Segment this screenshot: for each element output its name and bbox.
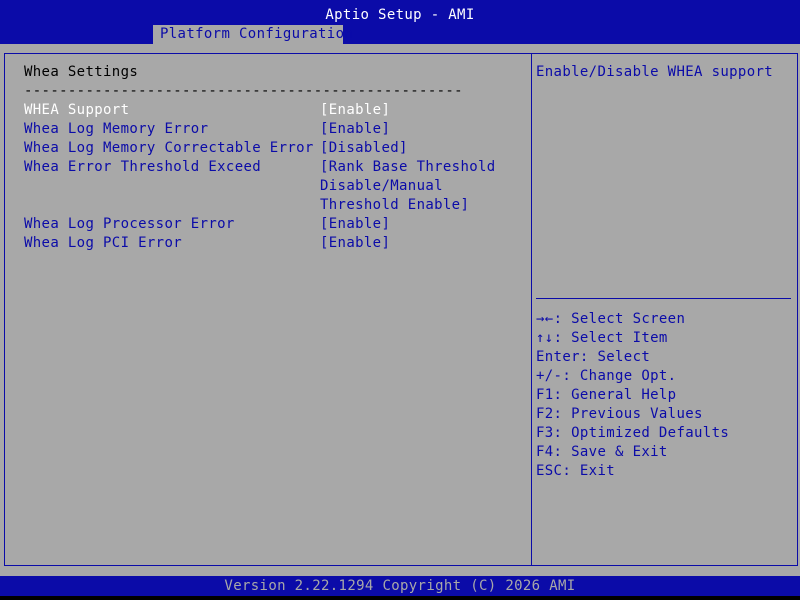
option-value: [Enable]	[320, 121, 391, 137]
help-key-f2: F2: Previous Values	[536, 406, 703, 422]
main-panel: Whea Settings --------------------------…	[0, 44, 800, 576]
option-label: Whea Log Memory Error	[24, 121, 209, 137]
tab-platform-configuration[interactable]: Platform Configuration	[153, 25, 353, 44]
option-whea-error-threshold-exceed[interactable]: Whea Error Threshold Exceed [Rank Base T…	[0, 158, 531, 215]
help-key-text: : Select Item	[553, 330, 668, 346]
option-whea-log-pci-error[interactable]: Whea Log PCI Error [Enable]	[0, 234, 531, 253]
footer-bar: Version 2.22.1294 Copyright (C) 2026 AMI	[0, 576, 800, 596]
help-description: Enable/Disable WHEA support	[536, 64, 774, 80]
option-whea-support[interactable]: WHEA Support [Enable]	[0, 101, 531, 120]
option-value-line-3: Threshold Enable]	[320, 197, 470, 213]
help-key-f3: F3: Optimized Defaults	[536, 425, 730, 441]
option-value: [Disabled]	[320, 140, 408, 156]
option-whea-log-memory-error[interactable]: Whea Log Memory Error [Enable]	[0, 120, 531, 139]
option-value-line-1: [Rank Base Threshold	[320, 159, 496, 175]
help-key-f1: F1: General Help	[536, 387, 677, 403]
section-title: Whea Settings	[24, 64, 139, 80]
help-key-f4: F4: Save & Exit	[536, 444, 668, 460]
version-text: Version 2.22.1294 Copyright (C) 2026 AMI	[224, 578, 576, 594]
help-key-select-screen: →←: Select Screen	[536, 310, 685, 329]
option-label: Whea Log PCI Error	[24, 235, 183, 251]
option-label: Whea Error Threshold Exceed	[24, 159, 262, 175]
option-value: [Enable]	[320, 102, 391, 118]
help-key-enter: Enter: Select	[536, 349, 651, 365]
help-divider	[536, 298, 791, 299]
option-whea-log-memory-correctable-error[interactable]: Whea Log Memory Correctable Error [Disab…	[0, 139, 531, 158]
help-key-select-item: ↑↓: Select Item	[536, 329, 668, 348]
arrows-up-down-icon: ↑↓	[536, 330, 554, 346]
panel-divider	[531, 53, 532, 566]
option-whea-log-processor-error[interactable]: Whea Log Processor Error [Enable]	[0, 215, 531, 234]
option-label: Whea Log Memory Correctable Error	[24, 140, 314, 156]
option-label: Whea Log Processor Error	[24, 216, 235, 232]
help-key-change-opt: +/-: Change Opt.	[536, 368, 677, 384]
help-key-text: : Select Screen	[553, 311, 686, 327]
option-value: [Enable]	[320, 235, 391, 251]
section-separator: ----------------------------------------…	[24, 83, 463, 99]
option-value-line-2: Disable/Manual	[320, 178, 443, 194]
arrows-left-right-icon: →←	[536, 311, 554, 327]
app-title: Aptio Setup - AMI	[325, 7, 475, 23]
option-value: [Enable]	[320, 216, 391, 232]
header-bar: Aptio Setup - AMI Platform Configuration	[0, 0, 800, 44]
help-key-esc: ESC: Exit	[536, 463, 616, 479]
option-label: WHEA Support	[24, 102, 130, 118]
